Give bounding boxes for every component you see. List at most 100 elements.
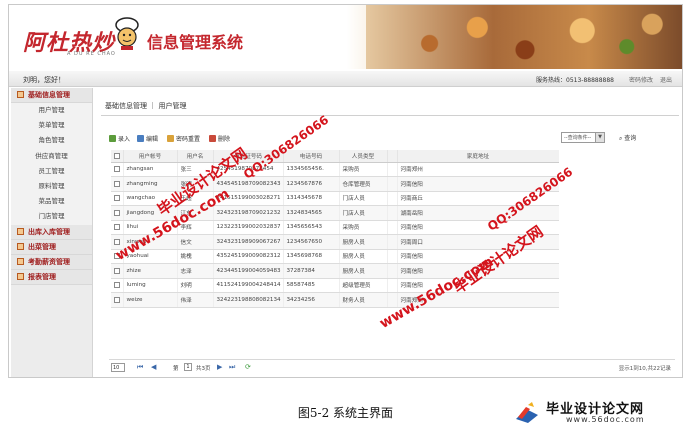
checkbox-box <box>114 166 120 172</box>
system-title: 信息管理系统 <box>147 33 244 52</box>
cell-username: 伟泽 <box>177 292 214 308</box>
sidebar-group-attendance[interactable]: 考勤薪资管理 <box>11 254 92 270</box>
row-checkbox[interactable] <box>111 249 124 264</box>
row-checkbox[interactable] <box>111 205 124 221</box>
cell-address: 河南商丘 <box>397 191 559 206</box>
row-checkbox[interactable] <box>111 263 124 279</box>
cell-address: 河南信阳 <box>397 220 559 235</box>
column-header: 电话号码 <box>283 150 340 163</box>
lock-icon <box>167 135 174 142</box>
last-page-icon[interactable]: ⏭ <box>229 363 235 372</box>
cell-id-number: 324323198909067267 <box>213 234 284 250</box>
table-row[interactable]: zhize 志泽 423445199004059483 37287384 厨房人员 河南信… <box>111 263 559 279</box>
query-condition-value: --查询条件-- <box>564 135 592 141</box>
row-checkbox[interactable] <box>111 234 124 250</box>
cell-account: jiangdong <box>123 205 178 221</box>
cell-staff-type: 财务人员 <box>339 292 388 308</box>
sidebar-group-reports[interactable]: 报表管理 <box>11 269 92 285</box>
row-checkbox[interactable] <box>111 292 124 308</box>
sidebar-item-materials[interactable]: 原料管理 <box>11 178 92 195</box>
cell-staff-type: 厨房人员 <box>339 263 388 279</box>
cell-address: 湖南岳阳 <box>397 205 559 221</box>
refresh-icon[interactable]: ⟳ <box>245 363 251 371</box>
column-header: 用户名 <box>177 150 214 163</box>
cell-phone: 34234256 <box>283 292 340 308</box>
cell-staff-type: 门店人员 <box>339 205 388 221</box>
query-condition-select[interactable]: --查询条件-- ▼ <box>561 132 605 143</box>
breadcrumb: 基础信息管理 ｜ 用户管理 <box>105 102 187 110</box>
user-greeting: 刘明，您好！ <box>23 76 65 84</box>
cell-id-number: 324223198808082134 <box>213 292 284 308</box>
sidebar-group-basic-info[interactable]: 基础信息管理 <box>11 88 92 103</box>
logout-link[interactable]: 退出 <box>660 77 672 84</box>
cell-account: zhangming <box>123 176 178 192</box>
row-checkbox[interactable] <box>111 176 124 192</box>
sidebar-item-roles[interactable]: 角色管理 <box>11 133 92 149</box>
cell-account: xinwen <box>123 234 178 250</box>
select-all-checkbox[interactable] <box>111 150 124 163</box>
table-row[interactable]: luming 刘明 411524199004248414 58587485 超级管理员河… <box>111 278 559 293</box>
delete-label: 删除 <box>218 136 231 143</box>
folder-icon <box>17 272 24 280</box>
table-row[interactable]: zhangsan 张三 4254519870873454 1334565456. 采购员… <box>111 162 559 177</box>
cell-account: weize <box>123 292 178 308</box>
user-bar: 刘明，您好！ 服务热线：0513-88888888 密码修改 退出 <box>9 71 682 87</box>
table-row[interactable]: xinwen 信文 324323198909067267 1234567650 厨房人员… <box>111 234 559 250</box>
cell-spacer <box>387 176 398 192</box>
cell-address: 河南周口 <box>397 234 559 250</box>
edit-button[interactable]: 编辑 <box>137 134 158 143</box>
main-panel: 基础信息管理 ｜ 用户管理 录入 编辑 密码重置 删除 --查询条件-- ▼ ⌕ … <box>101 88 679 377</box>
cell-spacer <box>387 234 398 250</box>
folder-icon <box>17 91 24 98</box>
cell-username: 王超 <box>177 191 214 206</box>
table-header-row: 用户帐号 用户名 身份证号码 电话号码 人员类型 家庭地址 <box>111 150 559 163</box>
book-logo-icon <box>516 402 538 423</box>
sidebar-group-label: 考勤薪资管理 <box>28 257 70 266</box>
sidebar-item-stores[interactable]: 门店管理 <box>11 209 92 225</box>
cell-phone: 1334565456. <box>283 162 340 177</box>
checkbox-box <box>114 180 120 187</box>
table-row[interactable]: zhangming 张明 434545198709082343 1234567876 仓… <box>111 176 559 192</box>
column-header: 用户帐号 <box>123 150 178 163</box>
folder-icon <box>17 242 24 250</box>
table-row[interactable]: jiangdong 江东 324323198709021232 1324834565 门… <box>111 205 559 221</box>
cell-phone: 1234567876 <box>283 176 340 192</box>
cell-staff-type: 采购员 <box>339 162 388 177</box>
row-checkbox[interactable] <box>111 191 124 206</box>
sidebar-item-users[interactable]: 用户管理 <box>11 103 92 119</box>
row-checkbox[interactable] <box>111 162 124 177</box>
top-links: 密码修改 退出 <box>624 75 672 84</box>
chevron-down-icon: ▼ <box>595 133 604 142</box>
cell-username: 刘明 <box>177 278 214 293</box>
add-button[interactable]: 录入 <box>109 134 130 143</box>
cell-account: wangchao <box>123 191 178 206</box>
sidebar-group-inventory[interactable]: 出库入库管理 <box>11 224 92 240</box>
cell-spacer <box>387 263 398 279</box>
table-row[interactable]: weize 伟泽 324223198808082134 34234256 财务人员 河南郑… <box>111 292 559 308</box>
cell-phone: 1345698768 <box>283 249 340 264</box>
row-checkbox[interactable] <box>111 220 124 235</box>
table-row[interactable]: yaohuai 姚槐 435245199009082312 1345698768 厨房人… <box>111 249 559 264</box>
checkbox-box <box>114 296 120 303</box>
sidebar-item-dishes[interactable]: 菜品管理 <box>11 194 92 210</box>
query-button[interactable]: ⌕ 查询 <box>619 133 636 143</box>
prev-page-icon[interactable]: ◀ <box>151 363 156 371</box>
row-checkbox[interactable] <box>111 278 124 293</box>
page-size-select[interactable]: 10 <box>111 363 125 372</box>
change-password-link[interactable]: 密码修改 <box>629 77 653 84</box>
next-page-icon[interactable]: ▶ <box>217 363 222 371</box>
search-icon: ⌕ <box>619 135 623 142</box>
first-page-icon[interactable]: ⏮ <box>137 363 143 372</box>
table-row[interactable]: wangchao 王超 241515199003028271 1314345678 门店… <box>111 191 559 206</box>
cell-username: 江东 <box>177 205 214 221</box>
reset-password-button[interactable]: 密码重置 <box>167 134 200 143</box>
page-number-input[interactable]: 1 <box>184 363 192 371</box>
sidebar-item-suppliers[interactable]: 供应商管理 <box>11 148 92 164</box>
sidebar-group-serving[interactable]: 出菜管理 <box>11 239 92 255</box>
cell-phone: 1345656543 <box>283 220 340 235</box>
sidebar-item-employees[interactable]: 员工管理 <box>11 163 92 179</box>
sidebar-item-menus[interactable]: 菜单管理 <box>11 118 92 134</box>
table-row[interactable]: lihui 李辉 123223199002032837 1345656543 采购员 河南… <box>111 220 559 235</box>
logo-subtitle: A DU RE CHAO <box>67 51 116 57</box>
delete-button[interactable]: 删除 <box>209 134 230 143</box>
